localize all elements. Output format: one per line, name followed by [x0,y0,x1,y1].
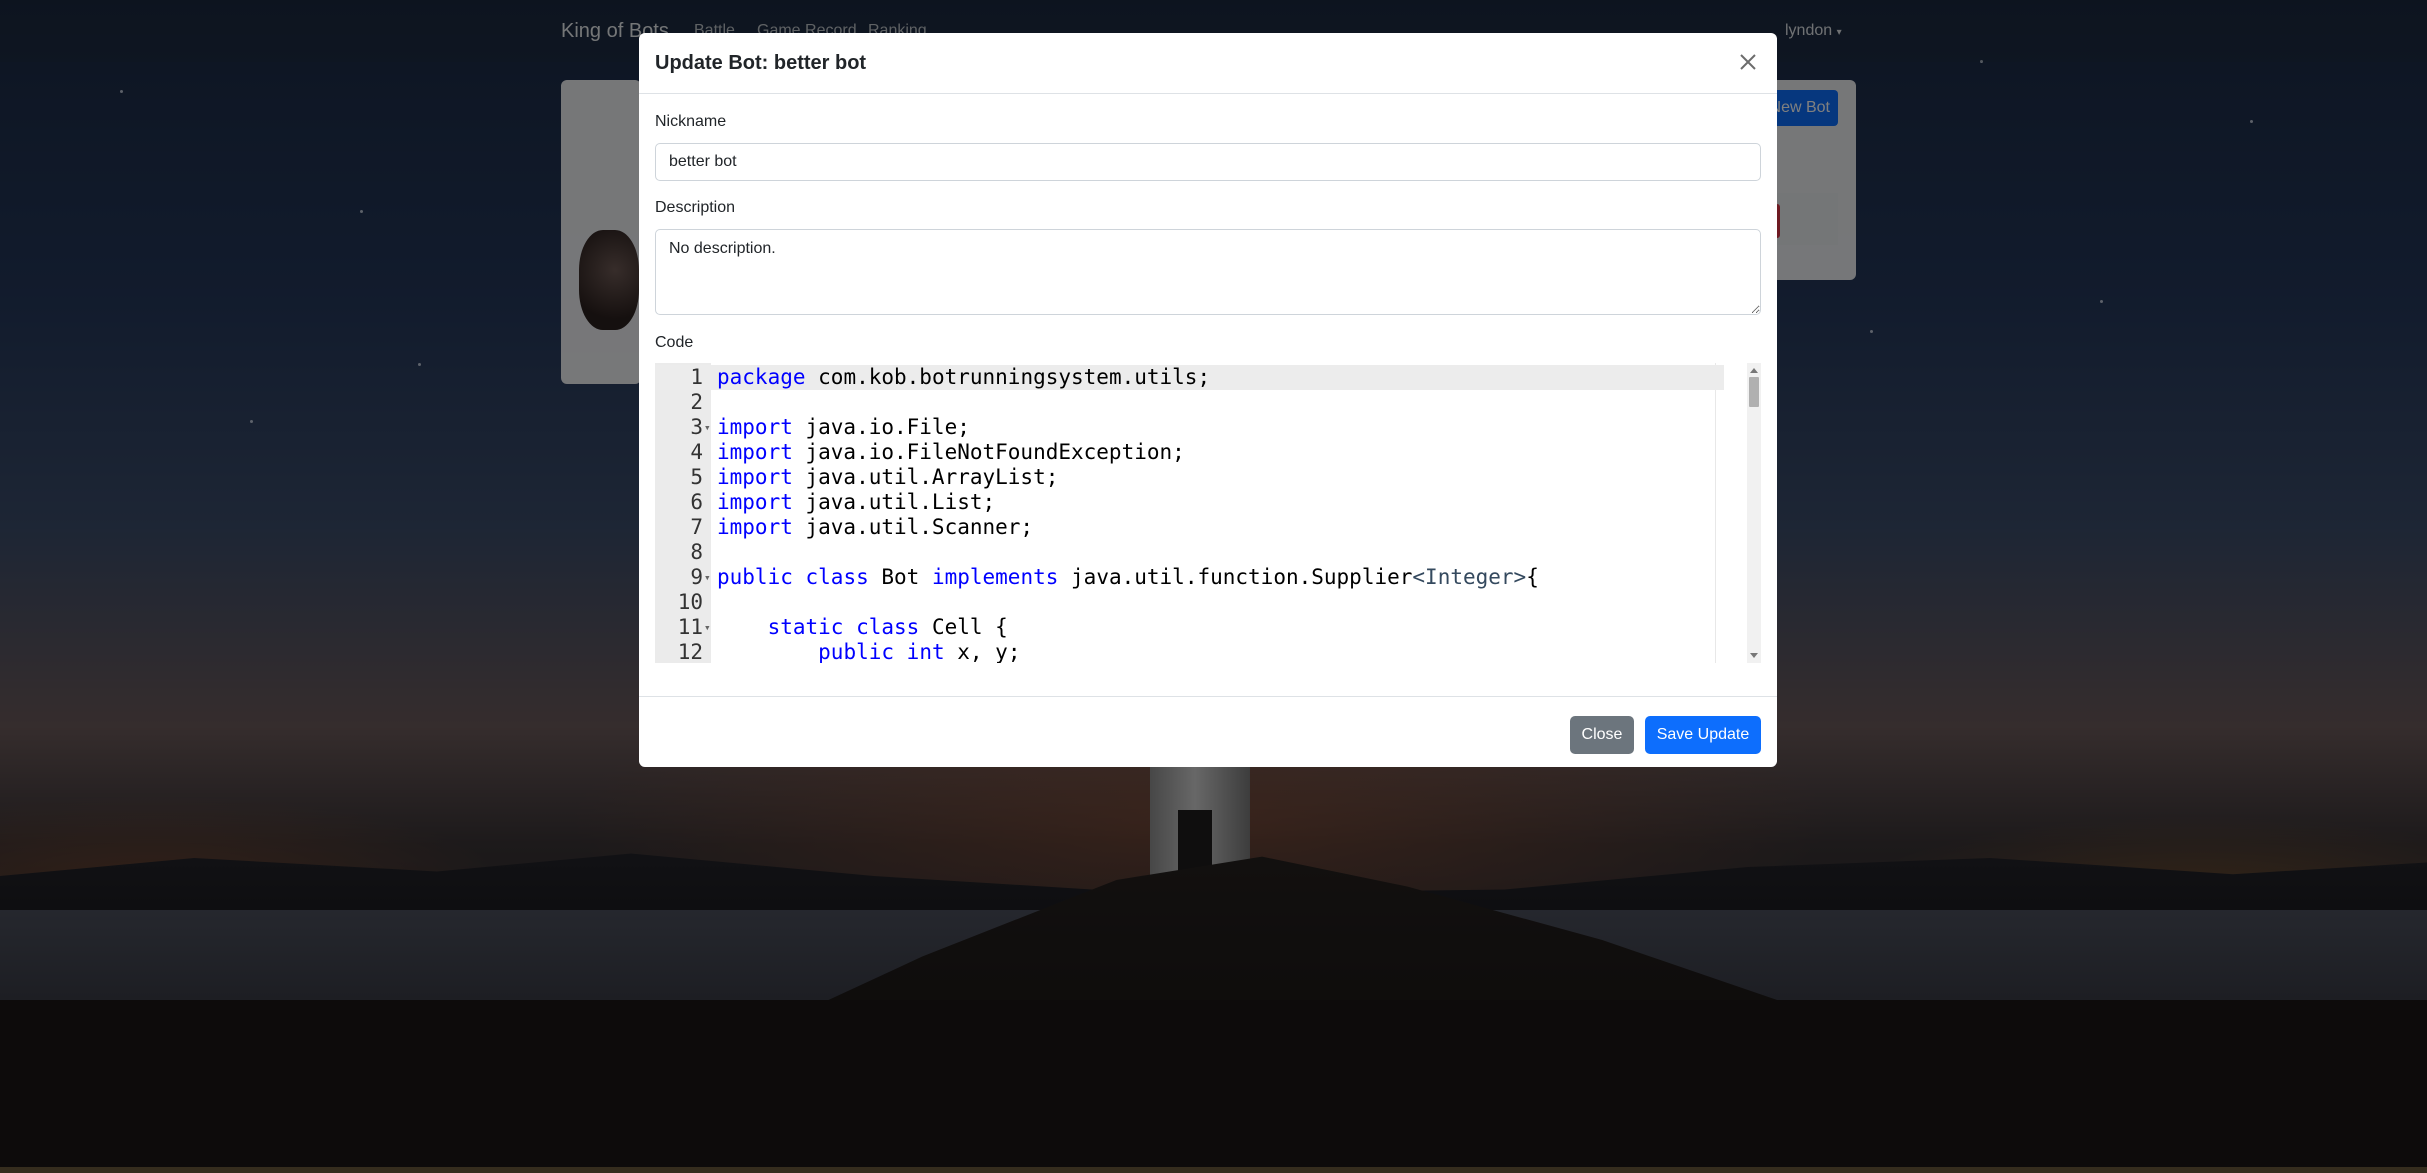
line-number: 7 [690,515,703,539]
line-number: 12 [677,640,703,663]
line-number: 8 [690,540,703,564]
code-line[interactable]: 5 import java.util.ArrayList; [655,465,1724,490]
code-text: import java.util.ArrayList; [717,465,1059,489]
line-number: 4 [690,440,703,464]
code-line[interactable]: 3 ▾ import java.io.File; [655,415,1724,440]
code-text: static class Cell { [767,615,1008,639]
code-label: Code [655,334,694,351]
modal-title: Update Bot: better bot [655,52,867,74]
code-line[interactable]: 10 [655,590,1724,615]
scroll-up-icon[interactable] [1750,368,1758,373]
code-text: public int x, y; [818,640,1021,663]
code-editor[interactable]: 1 package com.kob.botrunningsystem.utils;… [655,363,1761,663]
update-bot-modal: Update Bot: better bot Nickname Descript… [639,33,1777,767]
line-number: 6 [690,490,703,514]
code-text: package com.kob.botrunningsystem.utils; [717,365,1211,389]
fold-toggle-icon[interactable]: ▾ [704,415,711,440]
modal-footer: Close Save Update [639,696,1777,767]
code-text: public class Bot implements java.util.fu… [717,565,1539,589]
code-text: import java.io.File; [717,415,970,439]
code-line[interactable]: 2 [655,390,1724,415]
description-label: Description [655,199,736,216]
save-update-button[interactable]: Save Update [1645,716,1761,754]
nickname-input[interactable] [655,143,1761,181]
close-button[interactable]: Close [1570,716,1634,754]
code-line[interactable]: 11 ▾ static class Cell { [655,615,1724,640]
scroll-thumb[interactable] [1749,377,1759,407]
fold-toggle-icon[interactable]: ▾ [704,565,711,590]
code-text: import java.util.Scanner; [717,515,1034,539]
code-line[interactable]: 4 import java.io.FileNotFoundException; [655,440,1724,465]
code-line[interactable]: 1 package com.kob.botrunningsystem.utils; [655,365,1724,390]
code-line[interactable]: 9 ▾ public class Bot implements java.util.… [655,565,1724,590]
modal-header: Update Bot: better bot [639,33,1777,94]
fold-toggle-icon[interactable]: ▾ [704,615,711,640]
line-number: 11 [677,615,703,639]
code-line[interactable]: 6 import java.util.List; [655,490,1724,515]
line-number: 3 [690,415,703,439]
code-line[interactable]: 8 [655,540,1724,565]
line-number: 10 [677,590,703,614]
code-text: import java.util.List; [717,490,996,514]
editor-scrollbar[interactable] [1747,363,1761,663]
description-textarea[interactable]: No description. [655,229,1761,315]
line-number: 9 [690,565,703,589]
close-icon[interactable] [1733,47,1763,77]
line-number: 1 [690,365,703,389]
nickname-label: Nickname [655,113,727,130]
code-text: import java.io.FileNotFoundException; [717,440,1185,464]
line-number: 2 [690,390,703,414]
line-number: 5 [690,465,703,489]
code-line[interactable]: 7 import java.util.Scanner; [655,515,1724,540]
code-line[interactable]: 12 public int x, y; [655,640,1724,663]
scroll-down-icon[interactable] [1750,653,1758,658]
